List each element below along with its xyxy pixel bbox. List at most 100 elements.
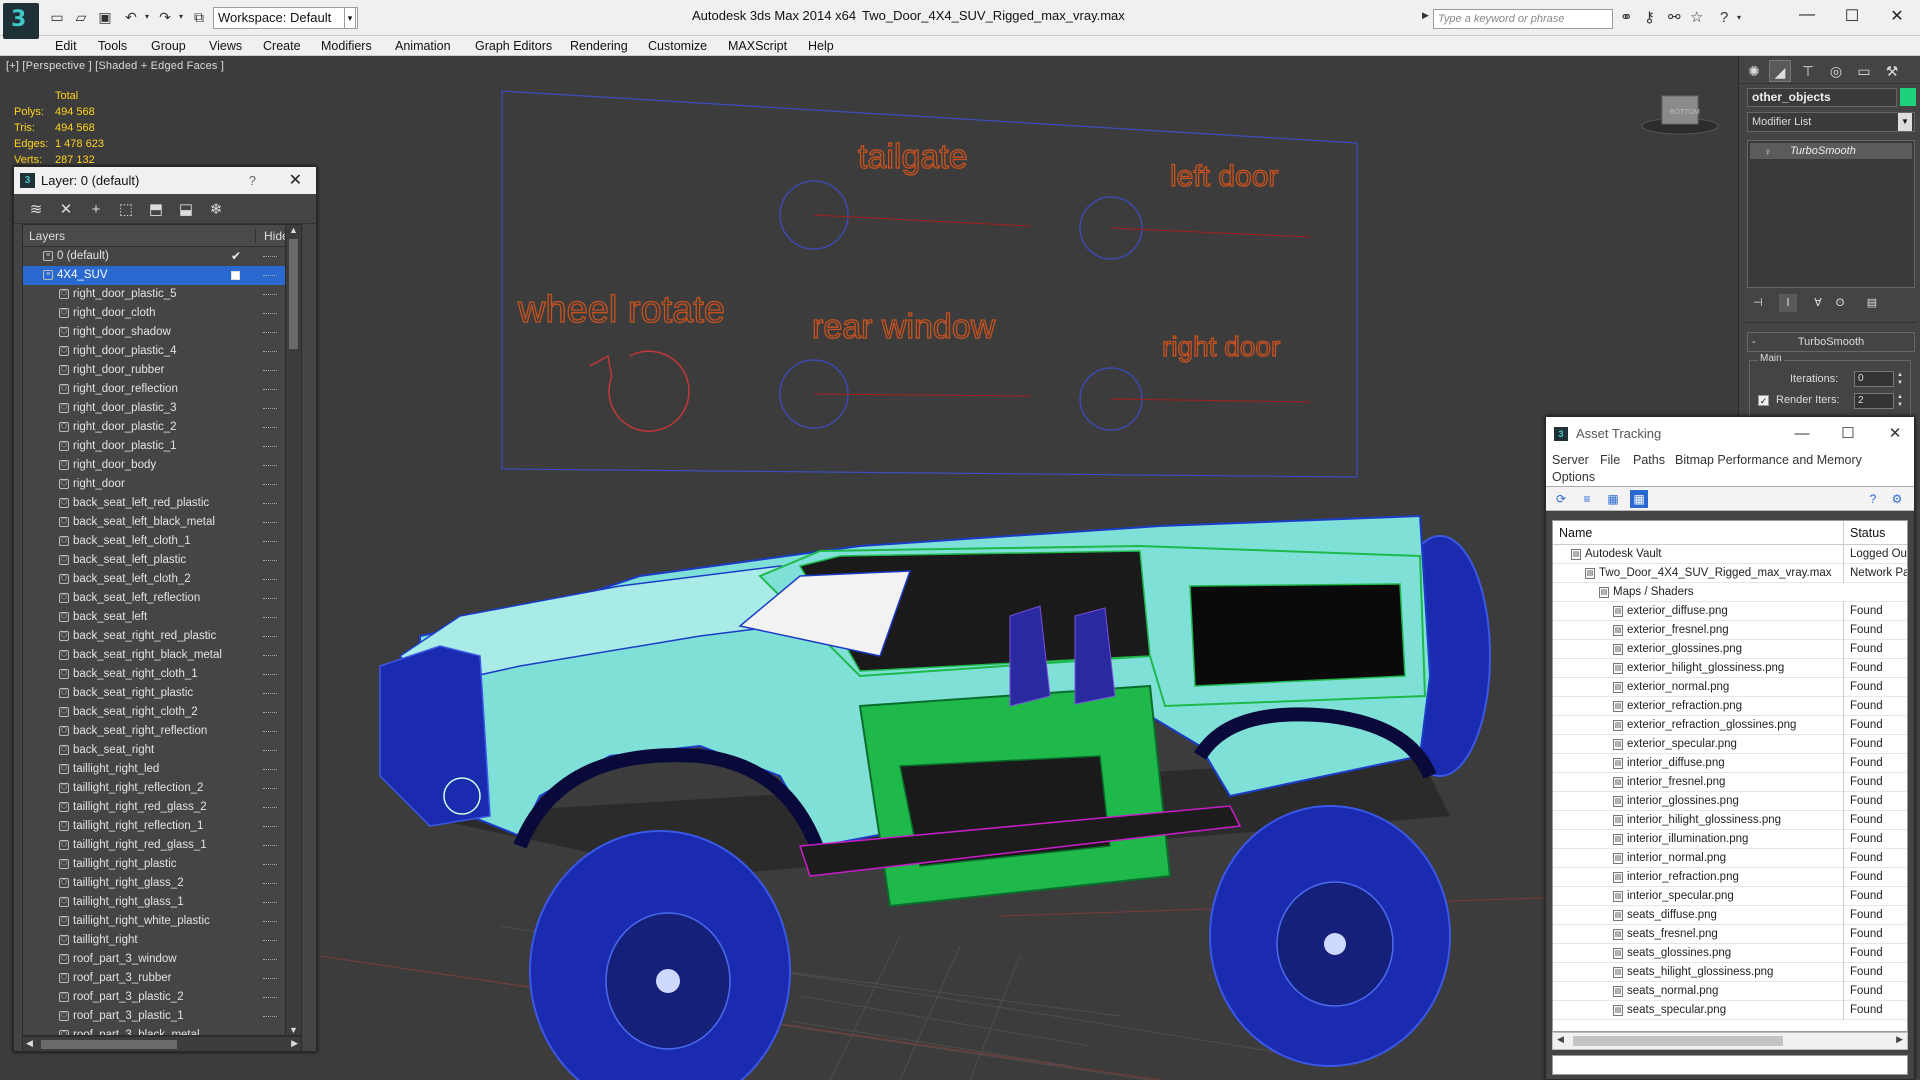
asset-tracking-title-bar[interactable]: 3 Asset Tracking — ☐ ✕: [1546, 417, 1914, 451]
layer-tree[interactable]: Layers Hide ≡ 0 (default) ✔ ≡ 4X4_SUV ⬡ right_…: [22, 224, 302, 1036]
menu-modifiers[interactable]: Modifiers: [321, 39, 372, 53]
object-row[interactable]: ⬡ right_door_cloth: [23, 304, 287, 323]
render-iters-spinner[interactable]: 2: [1854, 393, 1894, 409]
asset-row[interactable]: ▤ exterior_refraction_glossines.png Found: [1553, 716, 1907, 735]
make-unique-icon[interactable]: ∀: [1809, 294, 1827, 312]
motion-tab-icon[interactable]: ◎: [1825, 60, 1847, 82]
scroll-thumb[interactable]: [1573, 1036, 1783, 1046]
app-logo-icon[interactable]: 3: [3, 3, 39, 39]
help-button[interactable]: ?: [249, 167, 256, 194]
object-row[interactable]: ⬡ back_seat_left_black_metal: [23, 513, 287, 532]
scroll-up-icon[interactable]: ▲: [289, 225, 298, 235]
menu-tools[interactable]: Tools: [98, 39, 127, 53]
spinner-arrows-icon[interactable]: ▲ ▼: [1896, 393, 1904, 409]
menu-edit[interactable]: Edit: [55, 39, 77, 53]
hide-toggle[interactable]: [263, 1016, 277, 1018]
hide-toggle[interactable]: [263, 731, 277, 733]
pin-stack-icon[interactable]: ⊣: [1749, 294, 1767, 312]
asset-row[interactable]: ▤ seats_specular.png Found: [1553, 1001, 1907, 1020]
lightbulb-icon[interactable]: ♀: [1764, 145, 1772, 161]
layer-row[interactable]: ≡ 0 (default) ✔: [23, 247, 287, 266]
maximize-button[interactable]: ☐: [1842, 6, 1862, 26]
object-row[interactable]: ⬡ back_seat_left_reflection: [23, 589, 287, 608]
hide-toggle[interactable]: [263, 256, 277, 258]
object-row[interactable]: ⬡ roof_part_3_plastic_2: [23, 988, 287, 1007]
settings-icon[interactable]: ⚙: [1888, 490, 1906, 508]
hide-toggle[interactable]: [263, 883, 277, 885]
object-row[interactable]: ⬡ right_door_plastic_5: [23, 285, 287, 304]
hide-toggle[interactable]: [263, 826, 277, 828]
asset-row[interactable]: ▤ interior_specular.png Found: [1553, 887, 1907, 906]
asset-menu-server[interactable]: Server: [1552, 453, 1589, 467]
remove-modifier-icon[interactable]: ʘ: [1831, 294, 1849, 312]
column-status[interactable]: Status: [1843, 521, 1891, 545]
object-row[interactable]: ⬡ right_door_plastic_3: [23, 399, 287, 418]
hide-toggle[interactable]: [263, 332, 277, 334]
asset-row[interactable]: ▤ exterior_glossines.png Found: [1553, 640, 1907, 659]
set-active-checkbox[interactable]: [231, 271, 240, 280]
hide-toggle[interactable]: [263, 978, 277, 980]
object-row[interactable]: ⬡ back_seat_left: [23, 608, 287, 627]
asset-row[interactable]: ▤ interior_illumination.png Found: [1553, 830, 1907, 849]
hide-toggle[interactable]: [263, 750, 277, 752]
scroll-thumb[interactable]: [41, 1040, 177, 1049]
object-row[interactable]: ⬡ taillight_right_red_glass_1: [23, 836, 287, 855]
object-row[interactable]: ⬡ right_door: [23, 475, 287, 494]
object-row[interactable]: ⬡ back_seat_right_cloth_1: [23, 665, 287, 684]
hide-toggle[interactable]: [263, 921, 277, 923]
viewcube-icon[interactable]: BOTTOM: [1641, 95, 1719, 135]
asset-row[interactable]: ▤ interior_diffuse.png Found: [1553, 754, 1907, 773]
hide-toggle[interactable]: [263, 503, 277, 505]
object-row[interactable]: ⬡ right_door_rubber: [23, 361, 287, 380]
hide-toggle[interactable]: [263, 617, 277, 619]
utilities-tab-icon[interactable]: ⚒: [1881, 60, 1903, 82]
object-row[interactable]: ⬡ roof_part_3_plastic_1: [23, 1007, 287, 1026]
object-row[interactable]: ⬡ back_seat_left_cloth_2: [23, 570, 287, 589]
hide-toggle[interactable]: [263, 636, 277, 638]
asset-tracking-window[interactable]: 3 Asset Tracking — ☐ ✕ Server File Paths…: [1545, 416, 1915, 1080]
asset-menu-file[interactable]: File: [1600, 453, 1620, 467]
asset-row[interactable]: ▤ interior_normal.png Found: [1553, 849, 1907, 868]
render-iters-checkbox[interactable]: ✓: [1758, 395, 1769, 406]
layer-horizontal-scrollbar[interactable]: ◀ ▶: [22, 1036, 302, 1052]
table-view-icon[interactable]: ▦: [1630, 490, 1648, 508]
column-layers[interactable]: Layers: [29, 229, 65, 243]
create-tab-icon[interactable]: ✺: [1743, 60, 1765, 82]
modifier-stack-item[interactable]: ♀ TurboSmooth: [1750, 143, 1912, 159]
column-name[interactable]: Name: [1559, 526, 1592, 540]
asset-row[interactable]: ▤ exterior_refraction.png Found: [1553, 697, 1907, 716]
hide-toggle[interactable]: [263, 446, 277, 448]
layers-stack-icon[interactable]: ≋: [26, 200, 46, 220]
asset-maximize-button[interactable]: ☐: [1839, 417, 1857, 451]
scroll-left-icon[interactable]: ◀: [1557, 1034, 1564, 1045]
asset-row[interactable]: ▤ seats_hilight_glossiness.png Found: [1553, 963, 1907, 982]
highlight-layer-icon[interactable]: ⬒: [146, 200, 166, 220]
object-row[interactable]: ⬡ back_seat_right_cloth_2: [23, 703, 287, 722]
hide-toggle[interactable]: [263, 845, 277, 847]
select-objects-icon[interactable]: ⬚: [116, 200, 136, 220]
object-row[interactable]: ⬡ taillight_right_white_plastic: [23, 912, 287, 931]
workspace-arrow-icon[interactable]: ▾: [344, 7, 356, 29]
active-layer-check-icon[interactable]: ✔: [231, 247, 241, 266]
asset-row[interactable]: ▤ Two_Door_4X4_SUV_Rigged_max_vray.max Net…: [1553, 564, 1907, 583]
asset-menu-paths[interactable]: Paths: [1633, 453, 1665, 467]
hide-toggle[interactable]: [263, 560, 277, 562]
asset-row[interactable]: ▤ exterior_specular.png Found: [1553, 735, 1907, 754]
iterations-spinner[interactable]: 0: [1854, 371, 1894, 387]
object-row[interactable]: ⬡ taillight_right_red_glass_2: [23, 798, 287, 817]
hide-toggle[interactable]: [263, 959, 277, 961]
refresh-icon[interactable]: ⟳: [1552, 490, 1570, 508]
turbosmooth-rollout-header[interactable]: - TurboSmooth: [1747, 332, 1915, 352]
workspace-select[interactable]: Workspace: Default ▾: [213, 7, 358, 29]
add-layer-icon[interactable]: +: [86, 200, 106, 220]
asset-row[interactable]: ▤ seats_diffuse.png Found: [1553, 906, 1907, 925]
scroll-thumb[interactable]: [289, 239, 298, 349]
spinner-arrows-icon[interactable]: ▲ ▼: [1896, 371, 1904, 387]
hide-toggle[interactable]: [263, 712, 277, 714]
layer-vertical-scrollbar[interactable]: ▲ ▼: [285, 225, 301, 1035]
asset-row[interactable]: ▤ exterior_normal.png Found: [1553, 678, 1907, 697]
key-icon[interactable]: ⚷: [1644, 10, 1655, 26]
menu-animation[interactable]: Animation: [395, 39, 451, 53]
hide-toggle[interactable]: [263, 807, 277, 809]
asset-help-icon[interactable]: ?: [1864, 490, 1882, 508]
